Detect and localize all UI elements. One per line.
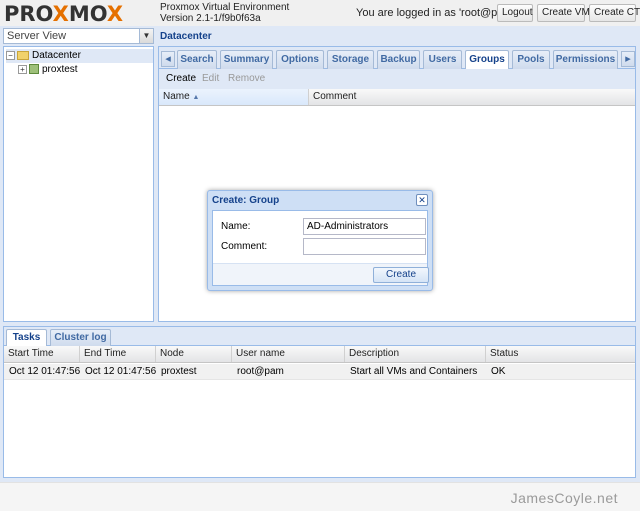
dialog-footer: Create [213,263,429,285]
comment-field[interactable] [303,238,426,255]
close-icon[interactable]: ✕ [416,194,428,206]
footer-strip: JamesCoyle.net [0,482,640,511]
name-field[interactable] [303,218,426,235]
comment-label: Comment: [221,241,268,252]
create-group-dialog: Create: Group ✕ Name: Comment: Create [207,190,433,291]
proxmox-app: PROXMOX Proxmox Virtual Environment Vers… [0,0,640,482]
create-submit-button[interactable]: Create [373,267,429,283]
name-label: Name: [221,221,251,232]
watermark: JamesCoyle.net [510,490,618,506]
dialog-body: Name: Comment: Create [212,210,429,286]
dialog-title: Create: Group [212,195,280,206]
